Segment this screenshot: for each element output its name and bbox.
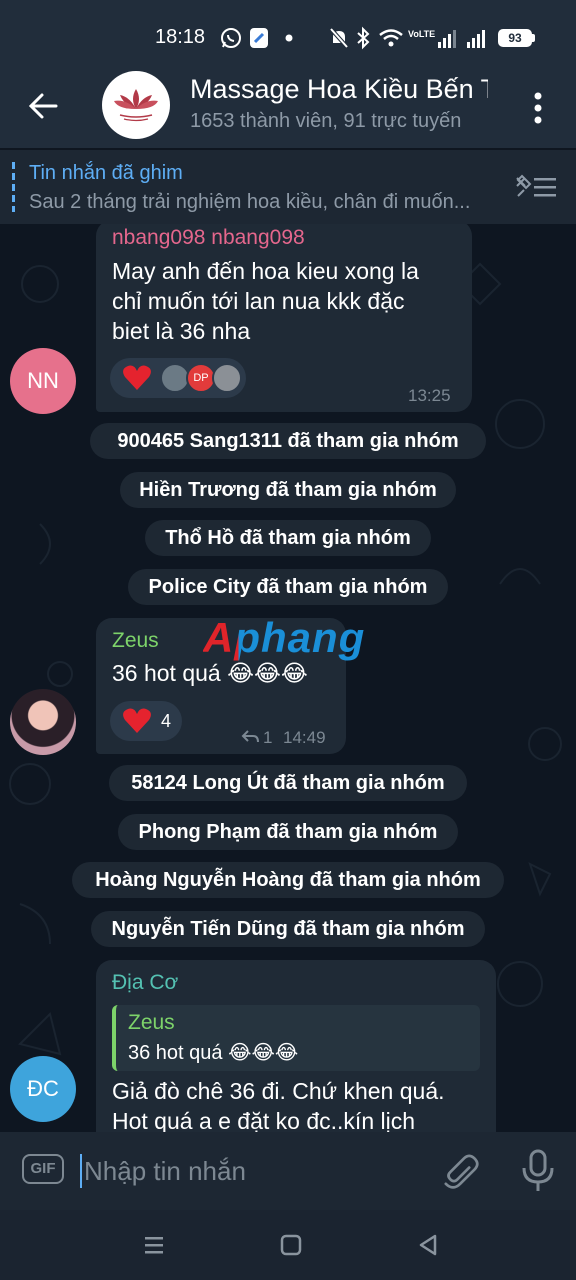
message-line: chỉ muốn tới lan nua kkk đặc — [112, 288, 405, 314]
avatar[interactable]: NN — [10, 348, 76, 414]
message-text: 36 hot quá 😂😂😂 — [112, 660, 308, 686]
network-label: VoLTE — [408, 29, 436, 39]
message-text: Giả đò chê 36 đi. Chứ khen quá. Hot quá … — [112, 1076, 488, 1132]
message-time: 13:25 — [408, 386, 451, 405]
message-time: 14:49 — [283, 728, 326, 747]
signal-icon — [438, 30, 456, 48]
recent-apps-icon[interactable] — [142, 1233, 166, 1257]
wifi-icon — [379, 29, 403, 47]
whatsapp-icon — [221, 28, 241, 48]
battery-icon: 93 — [498, 29, 532, 47]
reaction-chip[interactable]: 4 — [110, 701, 182, 741]
pinned-message-bar[interactable]: Tin nhắn đã ghim Sau 2 tháng trải nghiệm… — [0, 150, 576, 224]
sender-name[interactable]: Địa Cơ — [112, 971, 178, 995]
heart-icon — [123, 708, 151, 733]
reaction-count: 4 — [161, 711, 172, 731]
watermark-logo: Aphang — [203, 614, 365, 662]
signal-icon-2 — [467, 30, 485, 48]
lotus-logo — [103, 72, 169, 138]
group-avatar[interactable] — [102, 71, 170, 139]
dot-icon — [285, 34, 293, 42]
system-message: 58124 Long Út đã tham gia nhóm — [109, 765, 467, 801]
message-input[interactable] — [84, 1154, 414, 1188]
back-arrow-icon[interactable] — [24, 86, 64, 126]
system-message: Hiền Trương đã tham gia nhóm — [120, 472, 456, 508]
app-notification-icon — [250, 28, 268, 48]
status-time: 18:18 — [155, 26, 206, 48]
more-vertical-icon[interactable] — [524, 88, 552, 128]
paperclip-icon[interactable] — [442, 1152, 482, 1192]
system-navigation-bar — [0, 1210, 576, 1280]
avatar[interactable]: ĐC — [10, 1056, 76, 1122]
chat-area[interactable]: nbang098 nbang098 May anh đến hoa kieu x… — [0, 224, 576, 1132]
quote-text: 36 hot quá 😂😂😂 — [128, 1042, 299, 1064]
pinned-text: Sau 2 tháng trải nghiệm hoa kiều, chân đ… — [29, 191, 471, 213]
message-text: May anh đến hoa kieu xong la chỉ muốn tớ… — [112, 256, 468, 346]
microphone-icon[interactable] — [520, 1148, 556, 1194]
quoted-message[interactable]: Zeus 36 hot quá 😂😂😂 — [112, 1005, 480, 1071]
message-line: Giả đò chê 36 đi. Chứ khen quá. — [112, 1078, 445, 1104]
message-input-bar: GIF — [0, 1132, 576, 1210]
message-line: May anh đến hoa kieu xong la — [112, 258, 419, 284]
message-line: Hot quá a e đặt ko đc..kín lịch — [112, 1108, 416, 1132]
system-message: 900465 Sang1311 đã tham gia nhóm — [90, 423, 486, 459]
status-bar: 18:18 VoLTE 93 — [0, 0, 576, 70]
watermark-text: Aphang — [203, 614, 366, 661]
system-message: Nguyễn Tiến Dũng đã tham gia nhóm — [91, 911, 485, 947]
message-line: biet là 36 nha — [112, 318, 251, 344]
reaction-chip[interactable]: DP — [110, 358, 246, 398]
system-message: Hoàng Nguyễn Hoàng đã tham gia nhóm — [72, 862, 504, 898]
group-member-count: 1653 thành viên, 91 trực tuyến — [190, 110, 462, 132]
mute-icon — [329, 27, 349, 49]
quote-sender: Zeus — [128, 1011, 175, 1034]
heart-icon — [123, 365, 151, 390]
back-nav-icon[interactable] — [416, 1233, 440, 1257]
pinned-indicator — [12, 162, 15, 212]
gif-button[interactable]: GIF — [22, 1154, 64, 1184]
avatar[interactable] — [10, 689, 76, 755]
home-icon[interactable] — [279, 1233, 303, 1257]
sender-name[interactable]: Zeus — [112, 629, 159, 653]
text-cursor — [80, 1154, 82, 1188]
pinned-title: Tin nhắn đã ghim — [29, 162, 183, 184]
reactor-initials: DP — [193, 372, 209, 384]
reply-count[interactable]: 1 — [263, 728, 272, 748]
avatar-initials: ĐC — [27, 1076, 59, 1101]
system-message: Phong Phạm đã tham gia nhóm — [118, 814, 458, 850]
system-message: Thổ Hồ đã tham gia nhóm — [145, 520, 431, 556]
bluetooth-icon — [357, 26, 370, 50]
reply-icon — [241, 730, 259, 743]
chat-header: Massage Hoa Kiều Bến Thành 1653 thành vi… — [0, 70, 576, 148]
group-title[interactable]: Massage Hoa Kiều Bến Thành — [190, 74, 488, 105]
system-message: Police City đã tham gia nhóm — [128, 569, 448, 605]
battery-level: 93 — [508, 31, 522, 45]
reactor-avatar — [212, 363, 242, 393]
sender-name[interactable]: nbang098 nbang098 — [112, 226, 305, 250]
pinned-list-icon[interactable] — [514, 172, 558, 202]
avatar-initials: NN — [27, 368, 59, 393]
